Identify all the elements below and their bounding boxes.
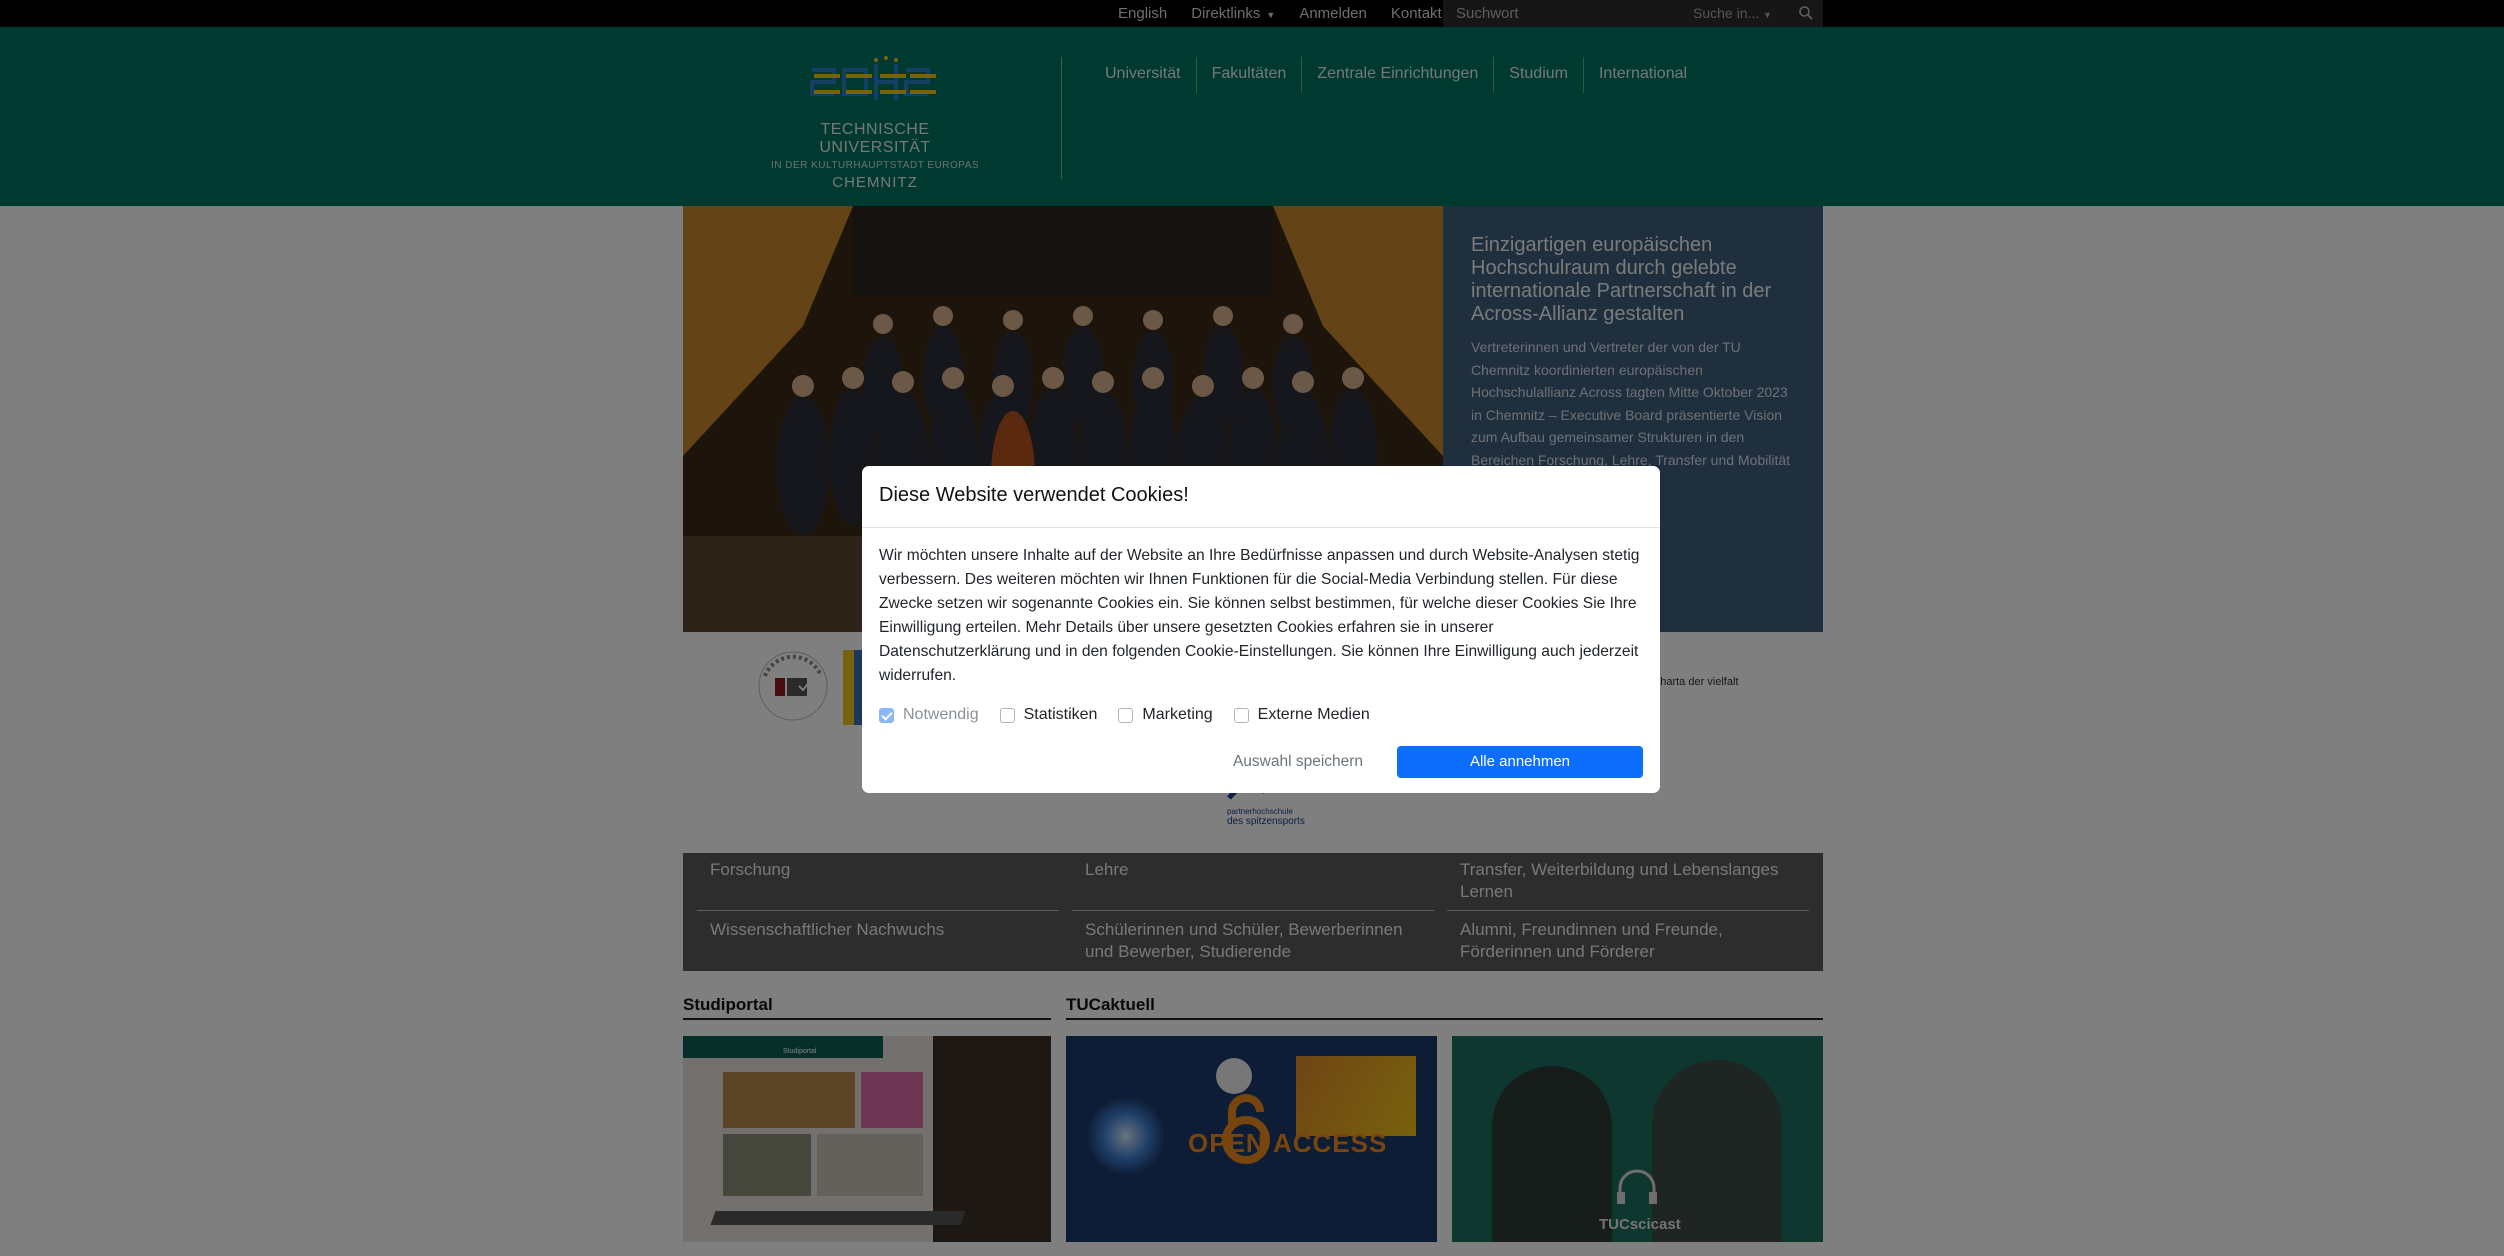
cookie-dialog-text: Wir möchten unsere Inhalte auf der Websi… [879, 547, 1640, 684]
label-notwendig: Notwendig [903, 706, 979, 723]
cookie-dialog-title: Diese Website verwendet Cookies! [879, 484, 1189, 506]
checkbox-statistiken[interactable] [999, 707, 1015, 723]
label-marketing[interactable]: Marketing [1142, 706, 1212, 724]
label-externe-medien[interactable]: Externe Medien [1258, 706, 1370, 724]
checkbox-marketing[interactable] [1118, 707, 1134, 723]
dialog-divider [862, 527, 1660, 528]
accept-all-button[interactable]: Alle annehmen [1397, 746, 1643, 778]
option-marketing[interactable]: Marketing [1118, 706, 1213, 724]
option-notwendig: Notwendig [879, 706, 979, 724]
cookie-consent-dialog: Diese Website verwendet Cookies! Wir möc… [862, 466, 1660, 793]
option-externe-medien[interactable]: Externe Medien [1233, 706, 1370, 724]
label-statistiken[interactable]: Statistiken [1024, 706, 1098, 724]
save-selection-button[interactable]: Auswahl speichern [1218, 746, 1378, 778]
option-statistiken[interactable]: Statistiken [999, 706, 1098, 724]
checkbox-notwendig [879, 707, 894, 723]
checkbox-externe-medien[interactable] [1233, 707, 1249, 723]
cookie-options: Notwendig Statistiken Marketing Externe … [879, 706, 1391, 724]
